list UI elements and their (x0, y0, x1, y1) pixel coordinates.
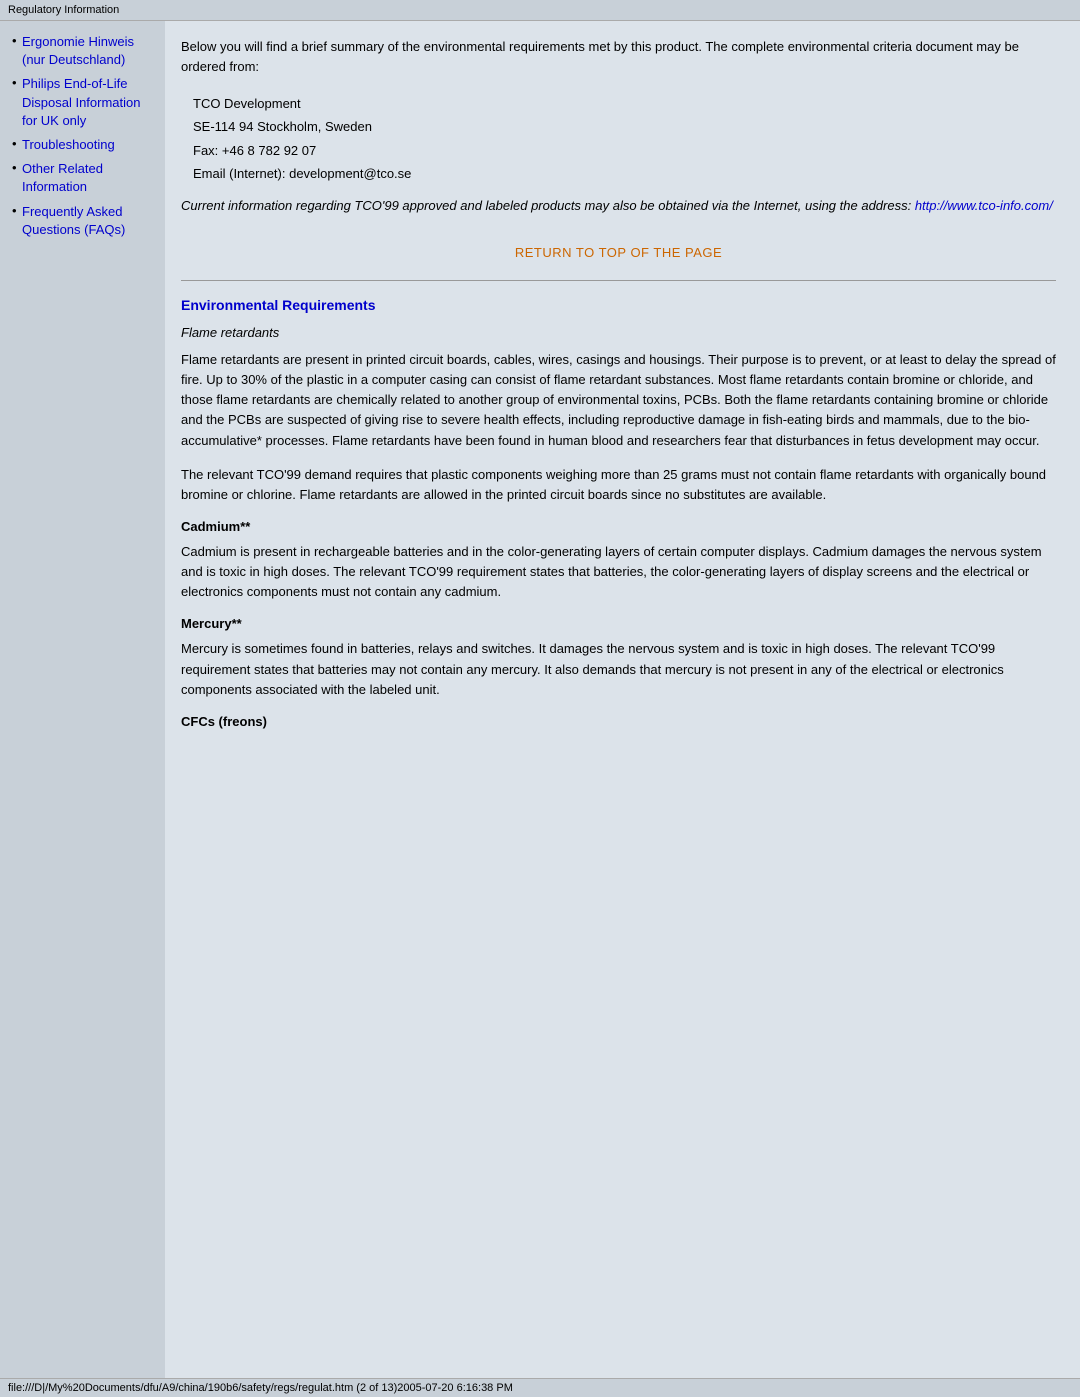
status-bar: file:///D|/My%20Documents/dfu/A9/china/1… (0, 1378, 1080, 1397)
cadmium-para: Cadmium is present in rechargeable batte… (181, 542, 1056, 602)
section-divider (181, 280, 1056, 281)
list-item: Other Related Information (12, 160, 157, 196)
flame-retardants-para-1: Flame retardants are present in printed … (181, 350, 1056, 451)
list-item: Troubleshooting (12, 136, 157, 154)
list-item: Ergonomie Hinweis (nur Deutschland) (12, 33, 157, 69)
sidebar-item-troubleshooting[interactable]: Troubleshooting (22, 137, 115, 152)
address-line-1: TCO Development (193, 92, 1056, 115)
flame-retardants-para-2: The relevant TCO'99 demand requires that… (181, 465, 1056, 505)
sidebar-item-ergonomie[interactable]: Ergonomie Hinweis (nur Deutschland) (22, 34, 134, 67)
title-bar: Regulatory Information (0, 0, 1080, 21)
content-area: Below you will find a brief summary of t… (165, 21, 1080, 1378)
cadmium-heading: Cadmium** (181, 519, 1056, 534)
main-layout: Ergonomie Hinweis (nur Deutschland) Phil… (0, 21, 1080, 1378)
address-block: TCO Development SE-114 94 Stockholm, Swe… (193, 92, 1056, 186)
address-line-3: Fax: +46 8 782 92 07 (193, 139, 1056, 162)
sidebar-item-faq[interactable]: Frequently Asked Questions (FAQs) (22, 204, 125, 237)
return-to-top-link[interactable]: RETURN TO TOP OF THE PAGE (515, 245, 722, 260)
intro-paragraph: Below you will find a brief summary of t… (181, 37, 1056, 76)
sidebar-item-philips[interactable]: Philips End-of-Life Disposal Information… (22, 76, 141, 127)
sidebar: Ergonomie Hinweis (nur Deutschland) Phil… (0, 21, 165, 1378)
sidebar-item-other-related[interactable]: Other Related Information (22, 161, 103, 194)
address-line-2: SE-114 94 Stockholm, Sweden (193, 115, 1056, 138)
list-item: Frequently Asked Questions (FAQs) (12, 203, 157, 239)
list-item: Philips End-of-Life Disposal Information… (12, 75, 157, 130)
italic-note: Current information regarding TCO'99 app… (181, 196, 1056, 216)
flame-retardants-subheading: Flame retardants (181, 325, 1056, 340)
address-line-4: Email (Internet): development@tco.se (193, 162, 1056, 185)
cfcs-heading: CFCs (freons) (181, 714, 1056, 729)
tco-info-link[interactable]: http://www.tco-info.com/ (915, 198, 1053, 213)
status-text: file:///D|/My%20Documents/dfu/A9/china/1… (8, 1382, 513, 1394)
mercury-para: Mercury is sometimes found in batteries,… (181, 639, 1056, 699)
env-requirements-heading: Environmental Requirements (181, 297, 1056, 313)
title-text: Regulatory Information (8, 4, 119, 16)
return-to-top: RETURN TO TOP OF THE PAGE (181, 245, 1056, 260)
mercury-heading: Mercury** (181, 616, 1056, 631)
sidebar-nav: Ergonomie Hinweis (nur Deutschland) Phil… (12, 33, 157, 239)
